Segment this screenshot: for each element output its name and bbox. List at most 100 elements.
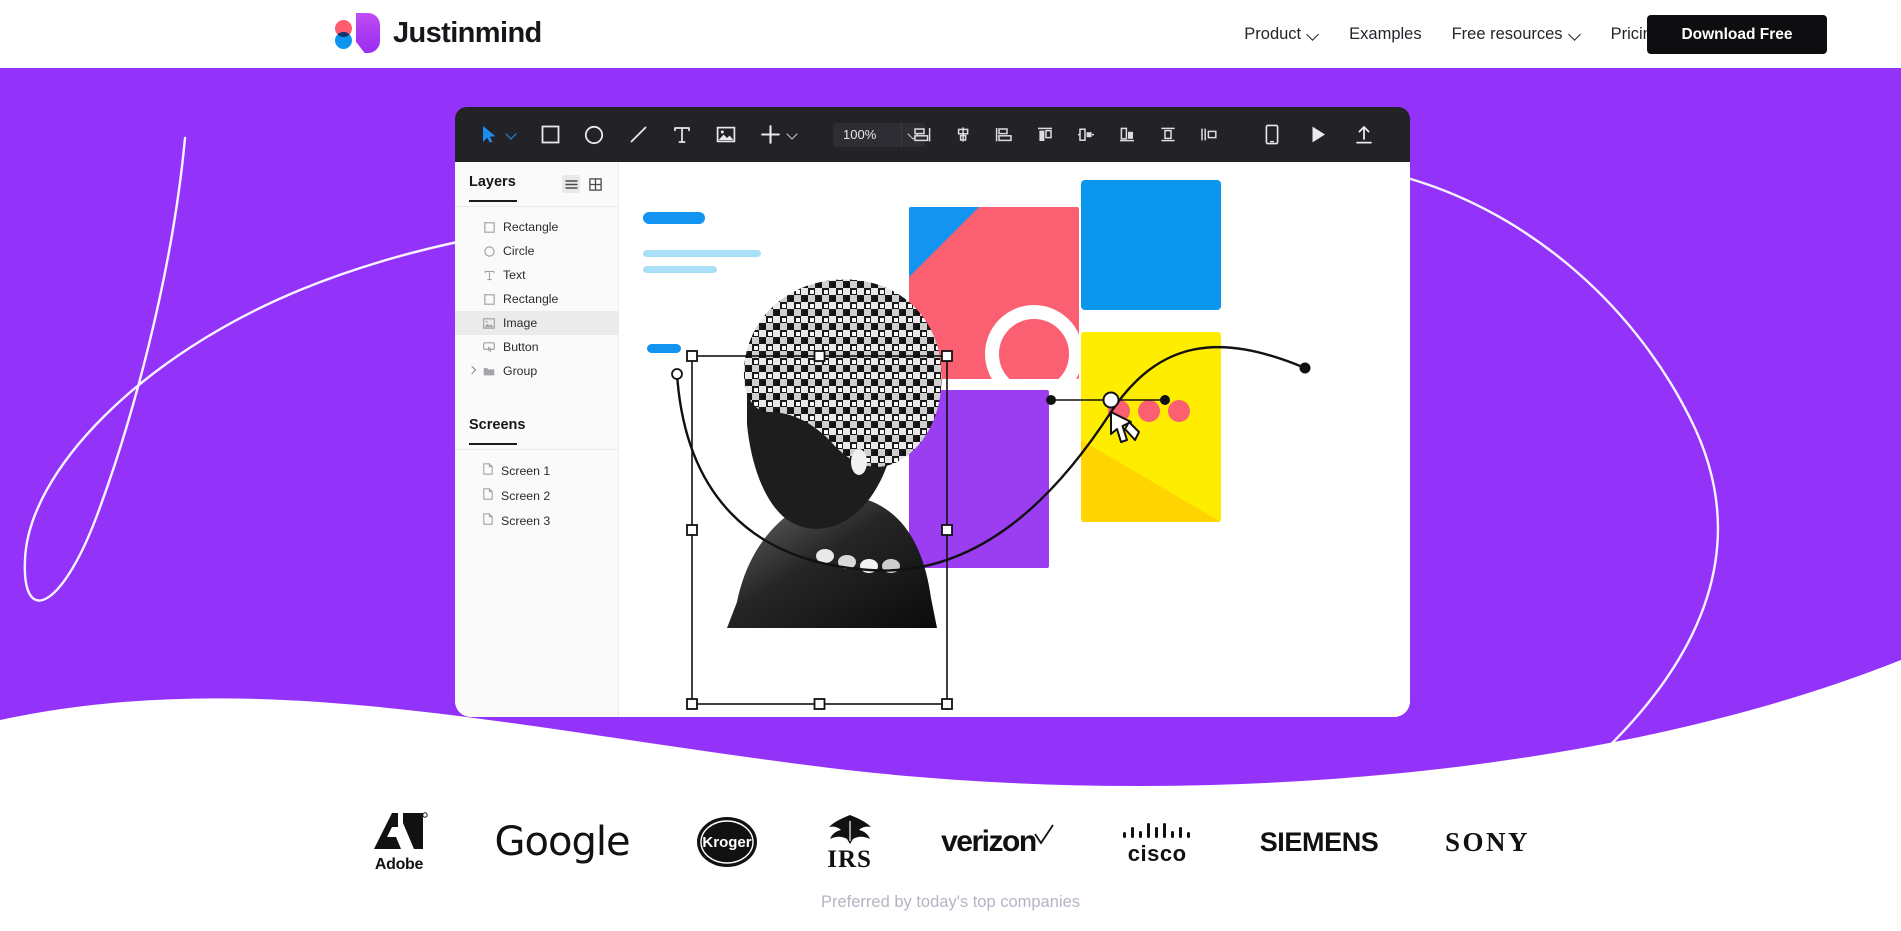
page-icon [483, 513, 493, 528]
bezier-selected-anchor [1102, 391, 1120, 409]
screens-title-underline [469, 443, 517, 445]
chevron-right-icon[interactable] [469, 367, 477, 375]
distribute-vertical-button[interactable] [1197, 123, 1221, 147]
download-free-button[interactable]: Download Free [1647, 15, 1827, 54]
page-icon [483, 488, 493, 503]
layer-label: Rectangle [503, 292, 559, 306]
chevron-down-icon [1308, 29, 1319, 40]
layer-label: Circle [503, 244, 535, 258]
layer-item-rectangle-2[interactable]: Rectangle [455, 287, 618, 311]
siemens-logo: SIEMENS [1260, 802, 1379, 882]
play-preview-button[interactable] [1306, 123, 1330, 147]
blue-pill-small [647, 344, 681, 353]
blue-card [1081, 180, 1221, 310]
layer-item-text[interactable]: Text [455, 263, 618, 287]
layers-title-underline [469, 200, 517, 202]
nav-item-product[interactable]: Product [1244, 25, 1319, 44]
button-icon [483, 341, 495, 353]
screen-label: Screen 1 [501, 463, 551, 478]
layer-item-group[interactable]: Group [455, 359, 618, 383]
layer-item-rectangle-1[interactable]: Rectangle [455, 215, 618, 239]
nav-item-free-resources[interactable]: Free resources [1452, 25, 1581, 44]
layers-panel-header: Layers [455, 162, 618, 206]
purple-blob-shape [356, 13, 380, 53]
list-view-icon[interactable] [562, 175, 580, 193]
align-left-button[interactable] [910, 123, 934, 147]
nav-item-free-resources-label: Free resources [1451, 24, 1563, 43]
left-panel: Layers Rectangle Circle Text Rectangle I… [455, 162, 619, 717]
nav-item-examples-label: Examples [1349, 24, 1422, 43]
align-middle-vertical-button[interactable] [1156, 123, 1180, 147]
add-tool-button[interactable] [758, 123, 799, 147]
canvas-artboard [643, 180, 1311, 710]
cursor-tool-button[interactable] [477, 123, 518, 147]
sony-logo: SONY [1445, 802, 1530, 882]
screen-label: Screen 2 [501, 488, 551, 503]
folder-icon [483, 365, 495, 377]
verizon-logo: verizon [941, 802, 1055, 882]
rectangle-tool-button[interactable] [538, 123, 562, 147]
cursor-icon [477, 123, 501, 147]
layer-item-circle[interactable]: Circle [455, 239, 618, 263]
editor-toolbar: 100% [455, 107, 1410, 162]
top-navigation-bar: Justinmind Product Examples Free resourc… [0, 0, 1901, 68]
layer-item-image[interactable]: Image [455, 311, 618, 335]
chevron-down-icon [787, 129, 799, 141]
light-bar-2 [643, 266, 717, 273]
design-canvas[interactable] [619, 162, 1410, 717]
bezier-handle-left [1046, 395, 1056, 405]
device-preview-button[interactable] [1260, 123, 1284, 147]
screen-item-2[interactable]: Screen 2 [455, 483, 618, 508]
google-logo: Google [495, 802, 631, 882]
layer-label: Text [503, 268, 526, 282]
cisco-logo: cisco [1121, 802, 1193, 882]
circle-icon [483, 245, 495, 257]
pink-dot [1138, 400, 1160, 422]
chevron-down-icon [506, 129, 518, 141]
irs-logo-label: IRS [827, 845, 872, 873]
brand-wordmark: Justinmind [393, 16, 542, 49]
justinmind-mark-icon [334, 12, 384, 54]
svg-text:Kroger: Kroger [703, 834, 752, 851]
layer-label: Button [503, 340, 539, 354]
toolbar-left-group: 100% [477, 107, 925, 162]
adobe-logo: Adobe [370, 802, 428, 882]
layer-item-button[interactable]: Button [455, 335, 618, 359]
bezier-handle-right [1160, 395, 1170, 405]
distribute-horizontal-button[interactable] [1074, 123, 1098, 147]
adobe-logo-label: Adobe [374, 856, 424, 873]
bezier-end-anchor [1299, 362, 1311, 374]
editor-body: Layers Rectangle Circle Text Rectangle I… [455, 162, 1410, 717]
line-tool-button[interactable] [626, 123, 650, 147]
align-center-horizontal-button[interactable] [951, 123, 975, 147]
toolbar-align-group [910, 107, 1221, 162]
brand-logo[interactable]: Justinmind [334, 12, 542, 54]
image-tool-button[interactable] [714, 123, 738, 147]
rectangle-icon [483, 293, 495, 305]
verizon-logo-label: verizon [941, 825, 1037, 858]
text-tool-button[interactable] [670, 123, 694, 147]
screen-label: Screen 3 [501, 513, 551, 528]
sony-logo-label: SONY [1444, 826, 1530, 857]
screen-item-3[interactable]: Screen 3 [455, 508, 618, 533]
kroger-logo: Kroger [696, 802, 758, 882]
hero-section: 100% Layers Rectangle Circle Text Rectan… [0, 68, 1901, 788]
chevron-down-icon [1570, 29, 1581, 40]
landing-page: Justinmind Product Examples Free resourc… [0, 0, 1901, 931]
align-bottom-button[interactable] [1115, 123, 1139, 147]
app-window: 100% Layers Rectangle Circle Text Rectan… [455, 107, 1410, 717]
irs-eagle-icon [828, 814, 871, 844]
cisco-logo-label: cisco [1127, 840, 1187, 866]
nav-links: Product Examples Free resources Pricing [1244, 0, 1661, 68]
blue-pill-top [643, 212, 705, 224]
nav-item-examples[interactable]: Examples [1349, 25, 1421, 44]
grid-view-icon[interactable] [586, 175, 604, 193]
share-publish-button[interactable] [1352, 123, 1376, 147]
align-top-button[interactable] [1033, 123, 1057, 147]
portrait-image [727, 279, 942, 628]
siemens-logo-label: SIEMENS [1259, 826, 1379, 857]
ellipse-tool-button[interactable] [582, 123, 606, 147]
bezier-start-anchor [671, 368, 683, 380]
align-right-button[interactable] [992, 123, 1016, 147]
screen-item-1[interactable]: Screen 1 [455, 458, 618, 483]
